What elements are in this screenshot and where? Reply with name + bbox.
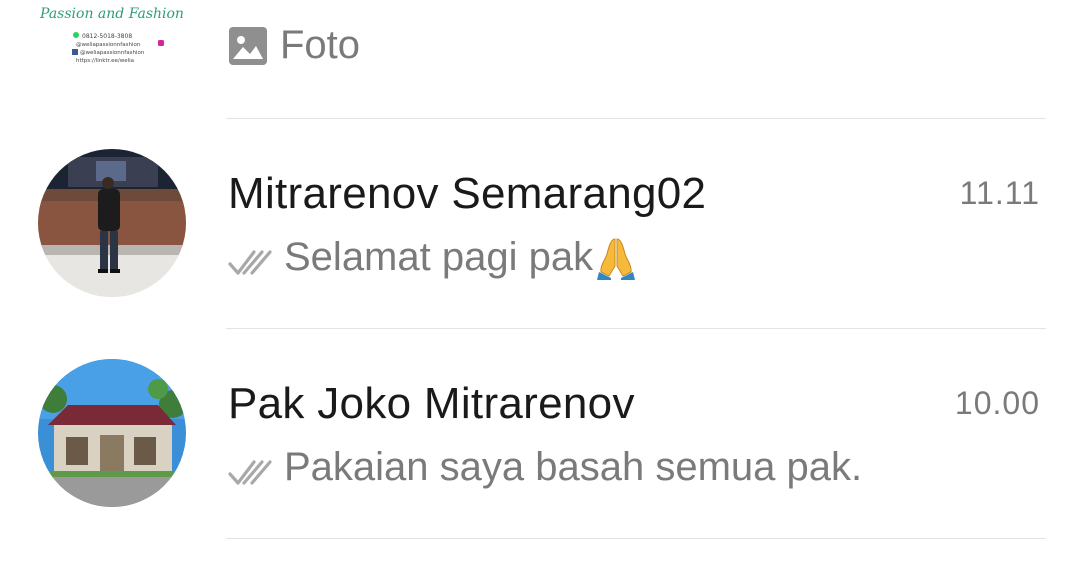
chat-preview: Selamat pagi pak <box>228 235 636 280</box>
folded-hands-icon <box>597 236 636 280</box>
chat-time: 11.11 <box>959 175 1040 211</box>
double-check-icon <box>228 453 274 485</box>
avatar[interactable] <box>38 359 186 507</box>
svg-text:0812-5018-3808: 0812-5018-3808 <box>82 33 132 40</box>
chat-preview: Pakaian saya basah semua pak. <box>228 445 862 490</box>
logo-tagline: Passion and Fashion <box>39 6 184 22</box>
chat-row-mitrarenov-semarang02[interactable]: Mitrarenov Semarang02 11.11 Selamat pagi… <box>0 119 1080 329</box>
avatar[interactable] <box>38 149 186 297</box>
contact-name: Mitrarenov Semarang02 <box>228 169 707 218</box>
double-check-icon <box>228 243 274 275</box>
avatar[interactable]: Welia Passion and Fashion 0812-5018-3808… <box>38 0 186 80</box>
svg-text:@weliapassionnfashion: @weliapassionnfashion <box>80 50 145 56</box>
photo-icon <box>228 26 268 66</box>
preview-text: Foto <box>280 23 361 67</box>
chat-row-pak-joko[interactable]: Pak Joko Mitrarenov 10.00 Pakaian saya b… <box>0 329 1080 539</box>
contact-name: Pak Joko Mitrarenov <box>228 379 635 428</box>
preview-text: Pakaian saya basah semua pak. <box>284 445 863 489</box>
chat-time: 10.00 <box>954 385 1040 421</box>
chat-row-welia[interactable]: Welia Passion and Fashion 0812-5018-3808… <box>0 0 1080 118</box>
chat-list: Welia Passion and Fashion 0812-5018-3808… <box>0 0 1080 564</box>
preview-text: Selamat pagi pak <box>284 235 594 279</box>
divider <box>226 538 1046 539</box>
chat-preview: Foto <box>228 23 360 68</box>
svg-text:https://linktr.ee/welia: https://linktr.ee/welia <box>76 58 134 64</box>
svg-text:@weliapassionnfashion: @weliapassionnfashion <box>76 42 141 48</box>
